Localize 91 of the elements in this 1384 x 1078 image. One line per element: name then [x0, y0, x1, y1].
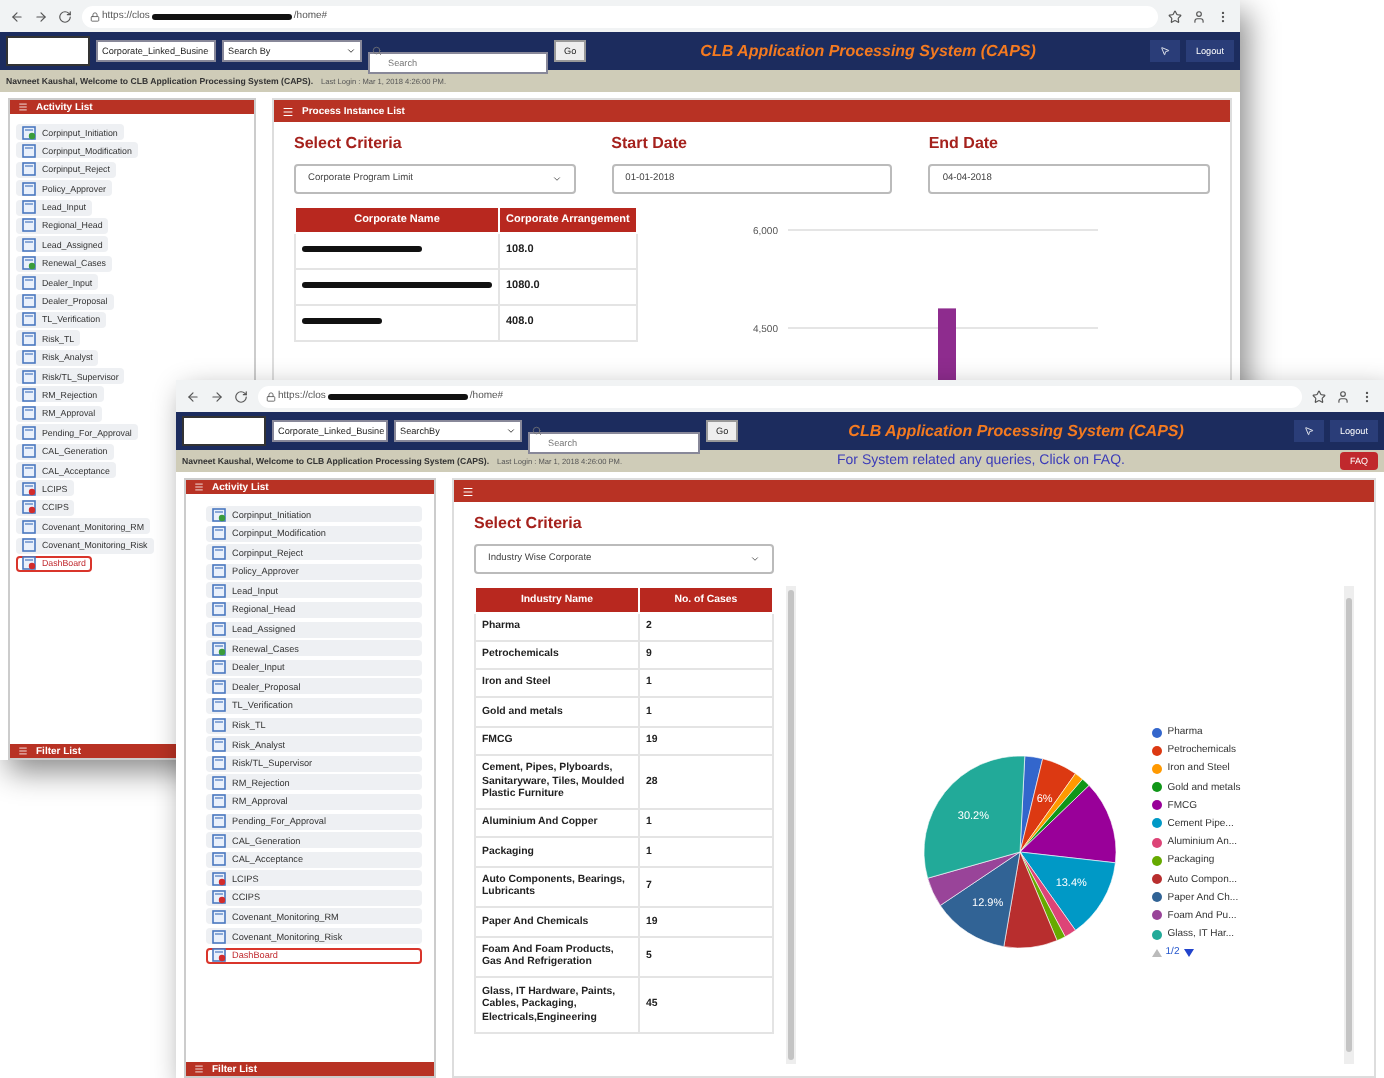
document-icon: [212, 909, 226, 924]
document-icon: [22, 162, 36, 177]
lock-icon: [266, 391, 276, 401]
document-icon: [22, 463, 36, 478]
redaction-mark: [151, 13, 292, 19]
app-title: CLB Application Processing System (CAPS): [846, 422, 1186, 440]
document-icon: [212, 698, 226, 713]
logo-placeholder: [182, 416, 266, 446]
profile-icon[interactable]: [1192, 9, 1206, 23]
search-icon: [372, 46, 382, 56]
document-icon: [212, 583, 226, 598]
redaction-mark: [302, 246, 422, 252]
document-icon: [212, 679, 226, 694]
more-icon[interactable]: [1216, 9, 1230, 23]
logo-placeholder: [6, 36, 90, 66]
document-icon: [212, 794, 226, 809]
back-icon[interactable]: [186, 389, 200, 403]
document-icon: [212, 833, 226, 848]
document-plus-icon: [22, 125, 36, 139]
document-alert-icon: [22, 556, 36, 571]
document-icon: [212, 929, 226, 944]
document-icon: [22, 406, 36, 421]
document-icon: [22, 218, 36, 233]
document-icon: [22, 181, 36, 196]
field-label: Start Date: [611, 134, 689, 152]
document-icon: [212, 718, 226, 733]
document-icon: [22, 275, 36, 290]
document-icon: [212, 564, 226, 579]
field-label: End Date: [928, 134, 1000, 152]
forward-icon[interactable]: [210, 389, 224, 403]
redaction-mark: [327, 393, 468, 399]
chevron-down-icon: [346, 46, 356, 56]
app-title: CLB Application Processing System (CAPS): [698, 42, 1038, 60]
down-arrow-icon[interactable]: [1183, 947, 1194, 958]
document-icon: [22, 294, 36, 309]
document-icon: [212, 775, 226, 790]
chevron-down-icon: [506, 426, 516, 436]
document-plus-icon: [22, 256, 36, 271]
pointer-button[interactable]: [1149, 40, 1180, 62]
document-icon: [22, 200, 36, 215]
menu-icon[interactable]: [194, 1064, 204, 1074]
document-icon: [212, 602, 226, 617]
document-icon: [212, 814, 226, 828]
lock-icon: [90, 11, 100, 21]
document-icon: [212, 545, 226, 560]
bookmark-star-icon[interactable]: [1168, 9, 1182, 23]
document-alert-icon: [22, 481, 36, 496]
field-label: Select Criteria: [474, 514, 584, 532]
menu-icon[interactable]: [462, 485, 474, 497]
menu-icon[interactable]: [18, 102, 28, 112]
document-alert-icon: [212, 871, 226, 886]
menu-icon[interactable]: [18, 746, 28, 756]
reload-icon[interactable]: [234, 389, 248, 403]
back-icon[interactable]: [10, 9, 24, 23]
document-icon: [22, 143, 36, 158]
document-icon: [22, 444, 36, 459]
document-plus-icon: [212, 507, 226, 521]
document-icon: [212, 756, 226, 771]
menu-icon[interactable]: [194, 482, 204, 492]
bookmark-star-icon[interactable]: [1312, 389, 1326, 403]
document-plus-icon: [212, 641, 226, 656]
document-alert-icon: [212, 890, 226, 905]
search-icon: [532, 426, 542, 436]
pointer-icon: [1159, 46, 1170, 56]
field-label: Select Criteria: [294, 134, 404, 152]
redaction-mark: [302, 318, 382, 325]
profile-icon[interactable]: [1336, 389, 1350, 403]
chevron-down-icon: [750, 554, 760, 564]
forward-icon[interactable]: [34, 9, 48, 23]
document-icon: [212, 852, 226, 867]
document-icon: [22, 331, 36, 346]
document-icon: [212, 660, 226, 675]
pointer-icon: [1303, 426, 1314, 436]
chevron-down-icon: [551, 174, 562, 184]
document-icon: [212, 737, 226, 752]
document-icon: [22, 237, 36, 252]
document-alert-icon: [212, 948, 226, 963]
more-icon[interactable]: [1360, 389, 1374, 403]
document-icon: [22, 312, 36, 327]
document-icon: [212, 526, 226, 541]
document-icon: [22, 538, 36, 553]
document-icon: [22, 425, 36, 440]
document-icon: [22, 350, 36, 365]
document-icon: [212, 622, 226, 637]
document-alert-icon: [22, 500, 36, 515]
reload-icon[interactable]: [58, 9, 72, 23]
document-icon: [22, 369, 36, 384]
document-icon: [22, 519, 36, 534]
document-icon: [22, 387, 36, 402]
pointer-button[interactable]: [1293, 420, 1324, 442]
menu-icon[interactable]: [282, 105, 294, 117]
